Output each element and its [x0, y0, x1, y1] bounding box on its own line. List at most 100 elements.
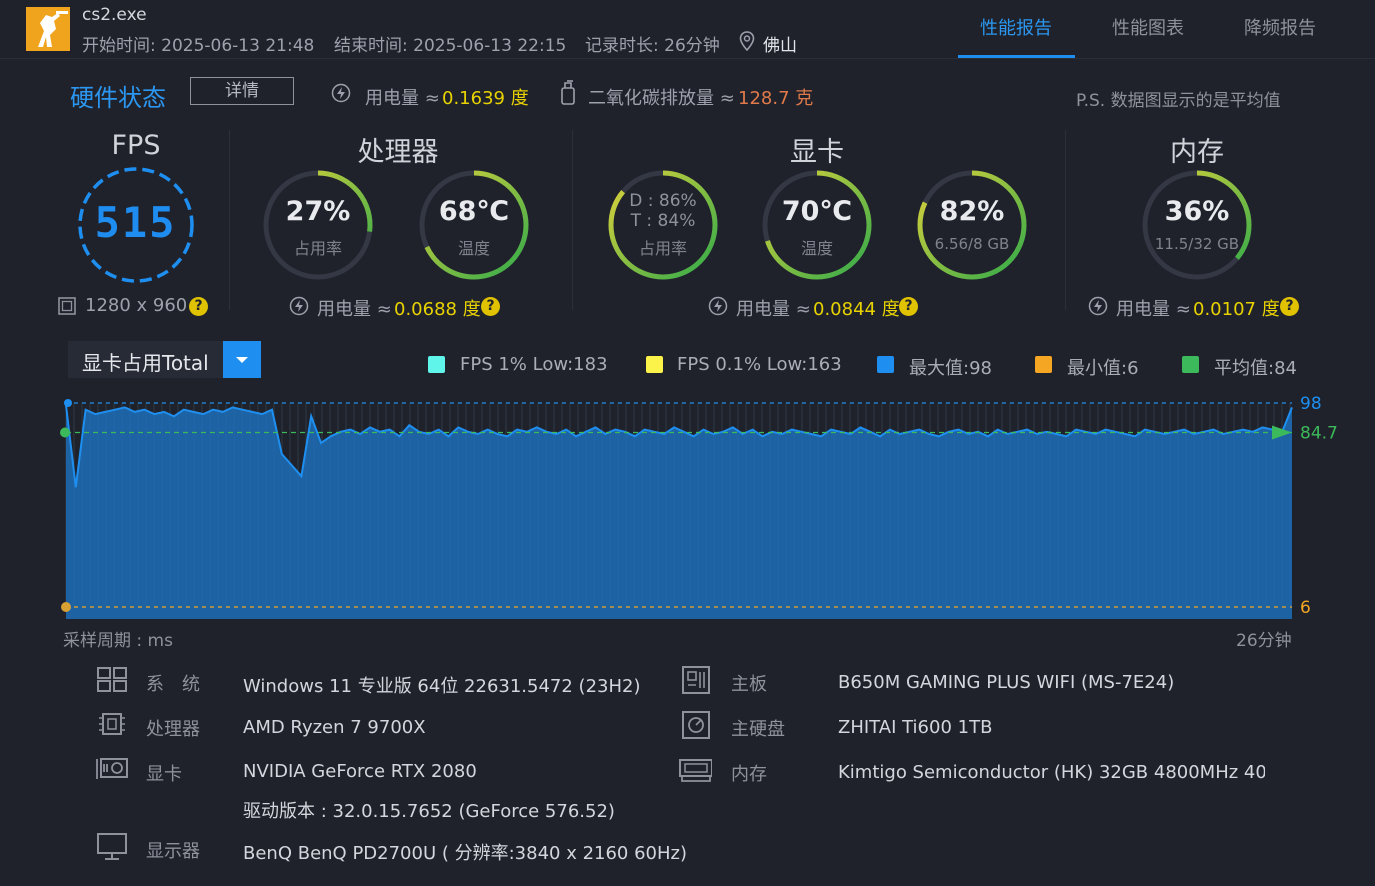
co2-value: 128.7 克 [738, 88, 814, 109]
power-icon [289, 296, 309, 316]
gpu-temp-value: 70℃ [781, 196, 853, 227]
cpu-title: 处理器 [357, 137, 439, 168]
help-icon[interactable]: ? [1280, 297, 1299, 316]
fps-title: FPS [111, 130, 161, 161]
cpu-key: 处理器 [146, 719, 200, 740]
max-marker [64, 399, 72, 407]
co2-icon [558, 80, 578, 106]
memory-power-value: 0.0107 度 [1193, 299, 1280, 320]
tab-performance-report[interactable]: 性能报告 [980, 14, 1052, 40]
legend-swatch-fps1 [428, 356, 445, 373]
start-time: 开始时间: 2025-06-13 21:48 [82, 36, 315, 56]
gpu-usage-label: 占用率 [638, 239, 687, 258]
cpu-temp-value: 68℃ [438, 196, 510, 227]
tab-throttle-report[interactable]: 降频报告 [1244, 14, 1316, 40]
legend-max: 最大值:98 [909, 358, 992, 379]
total-power-value: 0.1639 度 [442, 88, 529, 109]
memory-title: 内存 [1170, 137, 1224, 168]
gpu-icon [95, 755, 129, 785]
monitor-value: BenQ BenQ PD2700U ( 分辨率:3840 x 2160 60Hz… [243, 843, 688, 864]
record-duration: 记录时长: 26分钟 [585, 36, 720, 56]
memory-value: Kimtigo Semiconductor (HK) 32GB 4800MHz … [838, 762, 1265, 783]
section-divider [572, 130, 573, 310]
legend-swatch-avg [1182, 356, 1199, 373]
usage-area [66, 405, 1292, 619]
driver-version: 驱动版本 : 32.0.15.7652 (GeForce 576.52) [243, 801, 615, 822]
monitor-key: 显示器 [146, 841, 200, 862]
cpu-value: AMD Ryzen 7 9700X [243, 717, 426, 738]
power-icon [331, 83, 351, 103]
resolution-value: 1280 x 960 [85, 295, 188, 316]
gpu-vram-label: 6.56/8 GB [934, 235, 1010, 253]
os-key: 系 统 [146, 674, 200, 695]
min-tick-label: 6 [1300, 598, 1311, 618]
cpu-temp-label: 温度 [457, 239, 490, 258]
cpu-usage-label: 占用率 [293, 239, 342, 258]
legend-swatch-min [1035, 356, 1052, 373]
memory-key: 内存 [731, 764, 767, 785]
x-axis-end-label: 26分钟 [1236, 631, 1292, 651]
system-icon [95, 665, 129, 695]
section-divider [229, 130, 230, 310]
memory-icon [678, 755, 712, 785]
details-button[interactable]: 详情 [190, 77, 294, 105]
gpu-usage-chart: 98 84.7 6 [60, 395, 1355, 620]
section-divider [1065, 130, 1066, 310]
cpu-usage-value: 27% [285, 196, 351, 227]
hardware-status-title: 硬件状态 [70, 84, 166, 112]
cpu-power-label: 用电量 ≈ [317, 299, 392, 320]
gpu-usage-t: T : 84% [630, 211, 696, 231]
location-pin-icon [739, 31, 755, 52]
memory-usage-value: 36% [1164, 196, 1230, 227]
min-marker [61, 602, 71, 612]
help-icon[interactable]: ? [899, 297, 918, 316]
os-value: Windows 11 专业版 64位 22631.5472 (23H2) [243, 676, 641, 697]
resolution-icon [57, 296, 77, 316]
x-axis-start-label: 采样周期 : ms [63, 631, 173, 651]
fps-value: 515 [94, 198, 177, 247]
memory-usage-label: 11.5/32 GB [1154, 235, 1240, 253]
max-tick-label: 98 [1300, 395, 1322, 414]
tab-performance-charts[interactable]: 性能图表 [1112, 14, 1184, 40]
metric-select-value: 显卡占用Total [82, 351, 209, 375]
metric-dropdown-button[interactable] [223, 341, 261, 378]
help-icon[interactable]: ? [481, 297, 500, 316]
motherboard-key: 主板 [731, 674, 767, 695]
gpu-power-label: 用电量 ≈ [736, 299, 811, 320]
legend-min: 最小值:6 [1067, 358, 1139, 379]
gpu-title: 显卡 [790, 137, 844, 168]
disk-value: ZHITAI Ti600 1TB [838, 717, 993, 738]
gpu-usage-d: D : 86% [629, 191, 697, 211]
location-label: 佛山 [763, 36, 797, 56]
co2-label: 二氧化碳排放量 ≈ [588, 88, 735, 109]
motherboard-value: B650M GAMING PLUS WIFI (MS-7E24) [838, 672, 1175, 693]
chart-note: P.S. 数据图显示的是平均值 [1076, 91, 1281, 111]
legend-avg: 平均值:84 [1214, 358, 1297, 379]
avg-marker [60, 427, 70, 438]
disk-key: 主硬盘 [731, 719, 785, 740]
memory-power-label: 用电量 ≈ [1116, 299, 1191, 320]
app-name: cs2.exe [82, 5, 147, 25]
legend-fps-1-low: FPS 1% Low:183 [460, 354, 608, 375]
disk-icon [680, 710, 714, 740]
chevron-down-icon [236, 357, 248, 363]
cpu-power-value: 0.0688 度 [394, 299, 481, 320]
gpu-vram-value: 82% [939, 196, 1005, 227]
legend-swatch-fps01 [646, 356, 663, 373]
total-power-label: 用电量 ≈ [365, 88, 440, 109]
monitor-icon [95, 831, 129, 861]
end-time: 结束时间: 2025-06-13 22:15 [334, 36, 567, 56]
legend-swatch-max [877, 356, 894, 373]
avg-tick-label: 84.7 [1300, 423, 1338, 443]
power-icon [708, 296, 728, 316]
gpu-value: NVIDIA GeForce RTX 2080 [243, 761, 477, 782]
active-tab-indicator [958, 55, 1075, 58]
motherboard-icon [680, 665, 714, 695]
gpu-temp-label: 温度 [800, 239, 833, 258]
gpu-power-value: 0.0844 度 [813, 299, 900, 320]
power-icon [1088, 296, 1108, 316]
help-icon[interactable]: ? [189, 297, 208, 316]
cpu-icon [95, 710, 129, 740]
gpu-key: 显卡 [146, 764, 182, 785]
legend-fps-01-low: FPS 0.1% Low:163 [677, 354, 842, 375]
